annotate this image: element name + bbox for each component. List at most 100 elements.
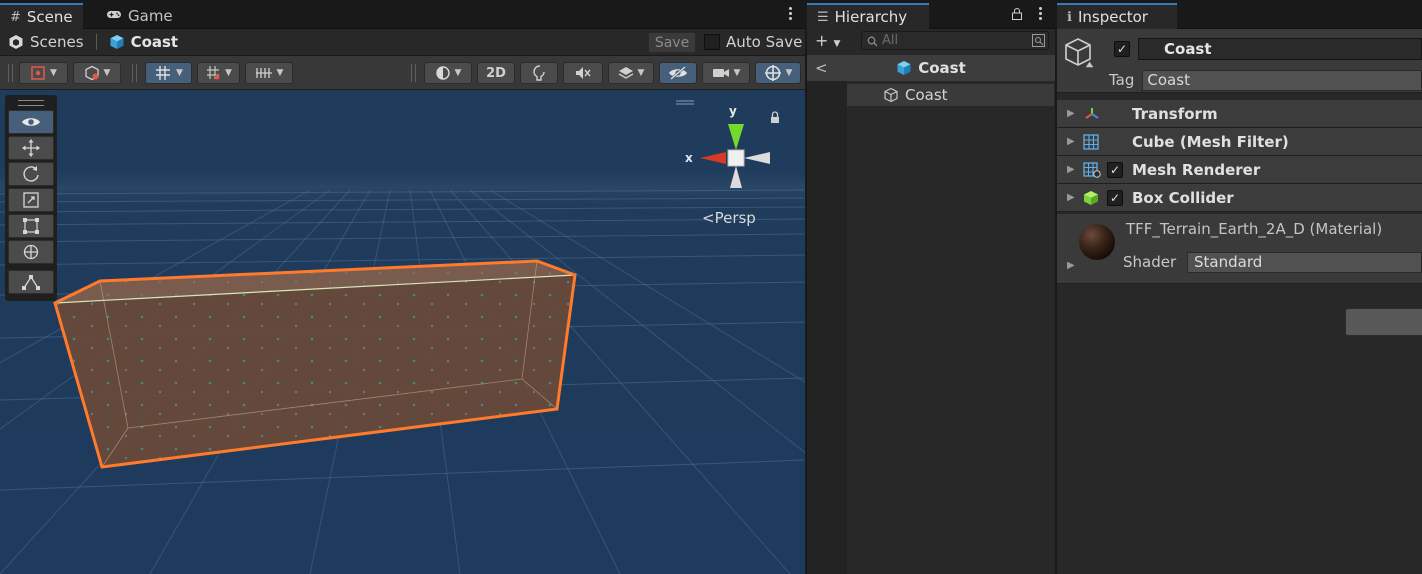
scene-tabbar: # Scene Game: [0, 0, 805, 29]
gizmos-icon: [764, 65, 781, 81]
custom-tool-button[interactable]: [8, 270, 54, 294]
rotate-tool-button[interactable]: [8, 162, 54, 186]
breadcrumb: Scenes Coast Save Auto Save: [0, 29, 805, 56]
transform-all-icon: [23, 244, 39, 260]
lighting-icon: [533, 65, 545, 81]
tag-label: Tag: [1109, 71, 1135, 89]
material-section: TFF_Terrain_Earth_2A_D (Material) ▶ Shad…: [1057, 214, 1422, 284]
increment-snap-icon: [255, 68, 272, 78]
grid-snapping-button[interactable]: ▼: [197, 62, 240, 84]
plus-icon: +: [815, 31, 829, 50]
autosave-label: Auto Save: [726, 33, 803, 51]
autosave-checkbox[interactable]: [704, 34, 720, 50]
shader-value: Standard: [1194, 253, 1263, 271]
component-mesh-renderer[interactable]: ▶ ✓ Mesh Renderer: [1057, 156, 1422, 184]
scale-icon: [23, 192, 39, 208]
tab-scene[interactable]: # Scene: [0, 3, 83, 29]
toolbar-grip[interactable]: [8, 64, 13, 82]
object-name-field[interactable]: Coast: [1138, 38, 1422, 60]
hierarchy-scene-header[interactable]: < Coast: [807, 55, 1055, 81]
move-arrows-icon: [22, 139, 40, 157]
create-button[interactable]: + ▼: [815, 31, 840, 50]
search-by-type-icon[interactable]: [1032, 34, 1045, 47]
mesh-renderer-enabled-checkbox[interactable]: ✓: [1107, 162, 1123, 178]
gameobject-cube-icon[interactable]: [1064, 37, 1096, 71]
tag-dropdown[interactable]: Coast: [1142, 69, 1422, 91]
breadcrumb-coast[interactable]: Coast: [109, 33, 179, 51]
rect-transform-icon: [23, 218, 39, 234]
scene-visibility-button[interactable]: [659, 62, 697, 84]
scene-menu-icon[interactable]: [789, 7, 793, 20]
chevron-left-icon[interactable]: <: [815, 59, 828, 77]
increment-snap-button[interactable]: ▼: [245, 62, 293, 84]
move-tool-button[interactable]: [8, 136, 54, 160]
hierarchy-scene-label: Coast: [918, 59, 966, 77]
view-tool-button[interactable]: [8, 110, 54, 134]
scale-tool-button[interactable]: [8, 188, 54, 212]
effects-button[interactable]: ▼: [608, 62, 654, 84]
audio-toggle-button[interactable]: [563, 62, 603, 84]
inspector-header: ✓ Coast Tag Coast: [1057, 29, 1422, 93]
prefab-cube-icon: [110, 35, 124, 49]
projection-toggle[interactable]: <Persp: [702, 209, 756, 227]
mesh-filter-icon: [1083, 134, 1099, 150]
expand-arrow-icon[interactable]: ▶: [1067, 136, 1075, 147]
snap-grid-icon: [207, 66, 220, 80]
save-button[interactable]: Save: [648, 32, 696, 53]
shader-dropdown[interactable]: Standard: [1187, 252, 1422, 273]
scene-toolbar: ▼ ▼ ▼ ▼ ▼ ▼ 2D ▼ ▼ ▼: [0, 56, 805, 90]
hierarchy-toolbar: + ▼ All: [807, 29, 1055, 53]
chevron-down-icon: ▼: [833, 39, 841, 49]
tab-inspector[interactable]: ℹ Inspector: [1057, 3, 1177, 29]
component-mesh-renderer-label: Mesh Renderer: [1132, 160, 1261, 179]
list-item[interactable]: Coast: [847, 84, 1054, 106]
grid-visibility-button[interactable]: ▼: [145, 62, 192, 84]
tab-game[interactable]: Game: [96, 3, 183, 29]
checkmark-icon: ✓: [1116, 42, 1128, 56]
effects-layers-icon: [618, 67, 633, 79]
info-icon: ℹ: [1067, 9, 1072, 25]
rect-tool-button[interactable]: [8, 214, 54, 238]
add-component-button[interactable]: [1345, 308, 1422, 336]
checkmark-icon: ✓: [1109, 191, 1121, 205]
expand-arrow-icon[interactable]: ▶: [1067, 260, 1075, 271]
gizmo-y-label: y: [729, 104, 737, 118]
component-box-collider[interactable]: ▶ ✓ Box Collider: [1057, 184, 1422, 212]
tab-hierarchy[interactable]: ☰ Hierarchy: [807, 3, 929, 29]
breadcrumb-coast-label: Coast: [130, 33, 179, 51]
list-icon: ☰: [817, 9, 829, 25]
search-input[interactable]: All: [861, 31, 1049, 50]
gizmos-button[interactable]: ▼: [755, 62, 801, 84]
transform-icon: [1085, 108, 1099, 119]
object-name-value: Coast: [1164, 40, 1212, 58]
tool-handle-rotation-button[interactable]: ▼: [73, 62, 121, 84]
component-transform[interactable]: ▶ Transform: [1057, 100, 1422, 128]
autosave-toggle[interactable]: Auto Save: [704, 33, 802, 51]
component-mesh-filter[interactable]: ▶ Cube (Mesh Filter): [1057, 128, 1422, 156]
toolbar-grip[interactable]: [411, 64, 416, 82]
material-sphere-icon: [1079, 224, 1115, 260]
breadcrumb-divider: [95, 34, 97, 50]
2d-mode-button[interactable]: 2D: [477, 62, 515, 84]
expand-arrow-icon[interactable]: ▶: [1067, 192, 1075, 203]
gizmo-x-label: x: [685, 151, 693, 165]
toolbar-grip[interactable]: [132, 64, 137, 82]
draw-mode-button[interactable]: ▼: [424, 62, 472, 84]
object-active-checkbox[interactable]: ✓: [1114, 41, 1130, 57]
expand-arrow-icon[interactable]: ▶: [1067, 164, 1075, 175]
expand-arrow-icon[interactable]: ▶: [1067, 108, 1075, 119]
tool-handle-position-button[interactable]: ▼: [19, 62, 68, 84]
box-collider-enabled-checkbox[interactable]: ✓: [1107, 190, 1123, 206]
chevron-left-icon: <: [702, 209, 715, 227]
lock-icon[interactable]: [1012, 8, 1022, 20]
inspector-panel: ℹ Inspector ✓ Coast Tag Coast ▶ Transfor…: [1057, 0, 1422, 574]
pivot-icon: [31, 66, 45, 80]
overlay-drag-handle[interactable]: [18, 100, 44, 106]
transform-tool-button[interactable]: [8, 240, 54, 264]
tab-game-label: Game: [128, 7, 173, 25]
breadcrumb-scenes[interactable]: Scenes: [8, 33, 84, 51]
scene-camera-button[interactable]: ▼: [702, 62, 750, 84]
lighting-toggle-button[interactable]: [520, 62, 558, 84]
camera-icon: [712, 69, 729, 77]
hierarchy-menu-icon[interactable]: [1039, 7, 1043, 20]
